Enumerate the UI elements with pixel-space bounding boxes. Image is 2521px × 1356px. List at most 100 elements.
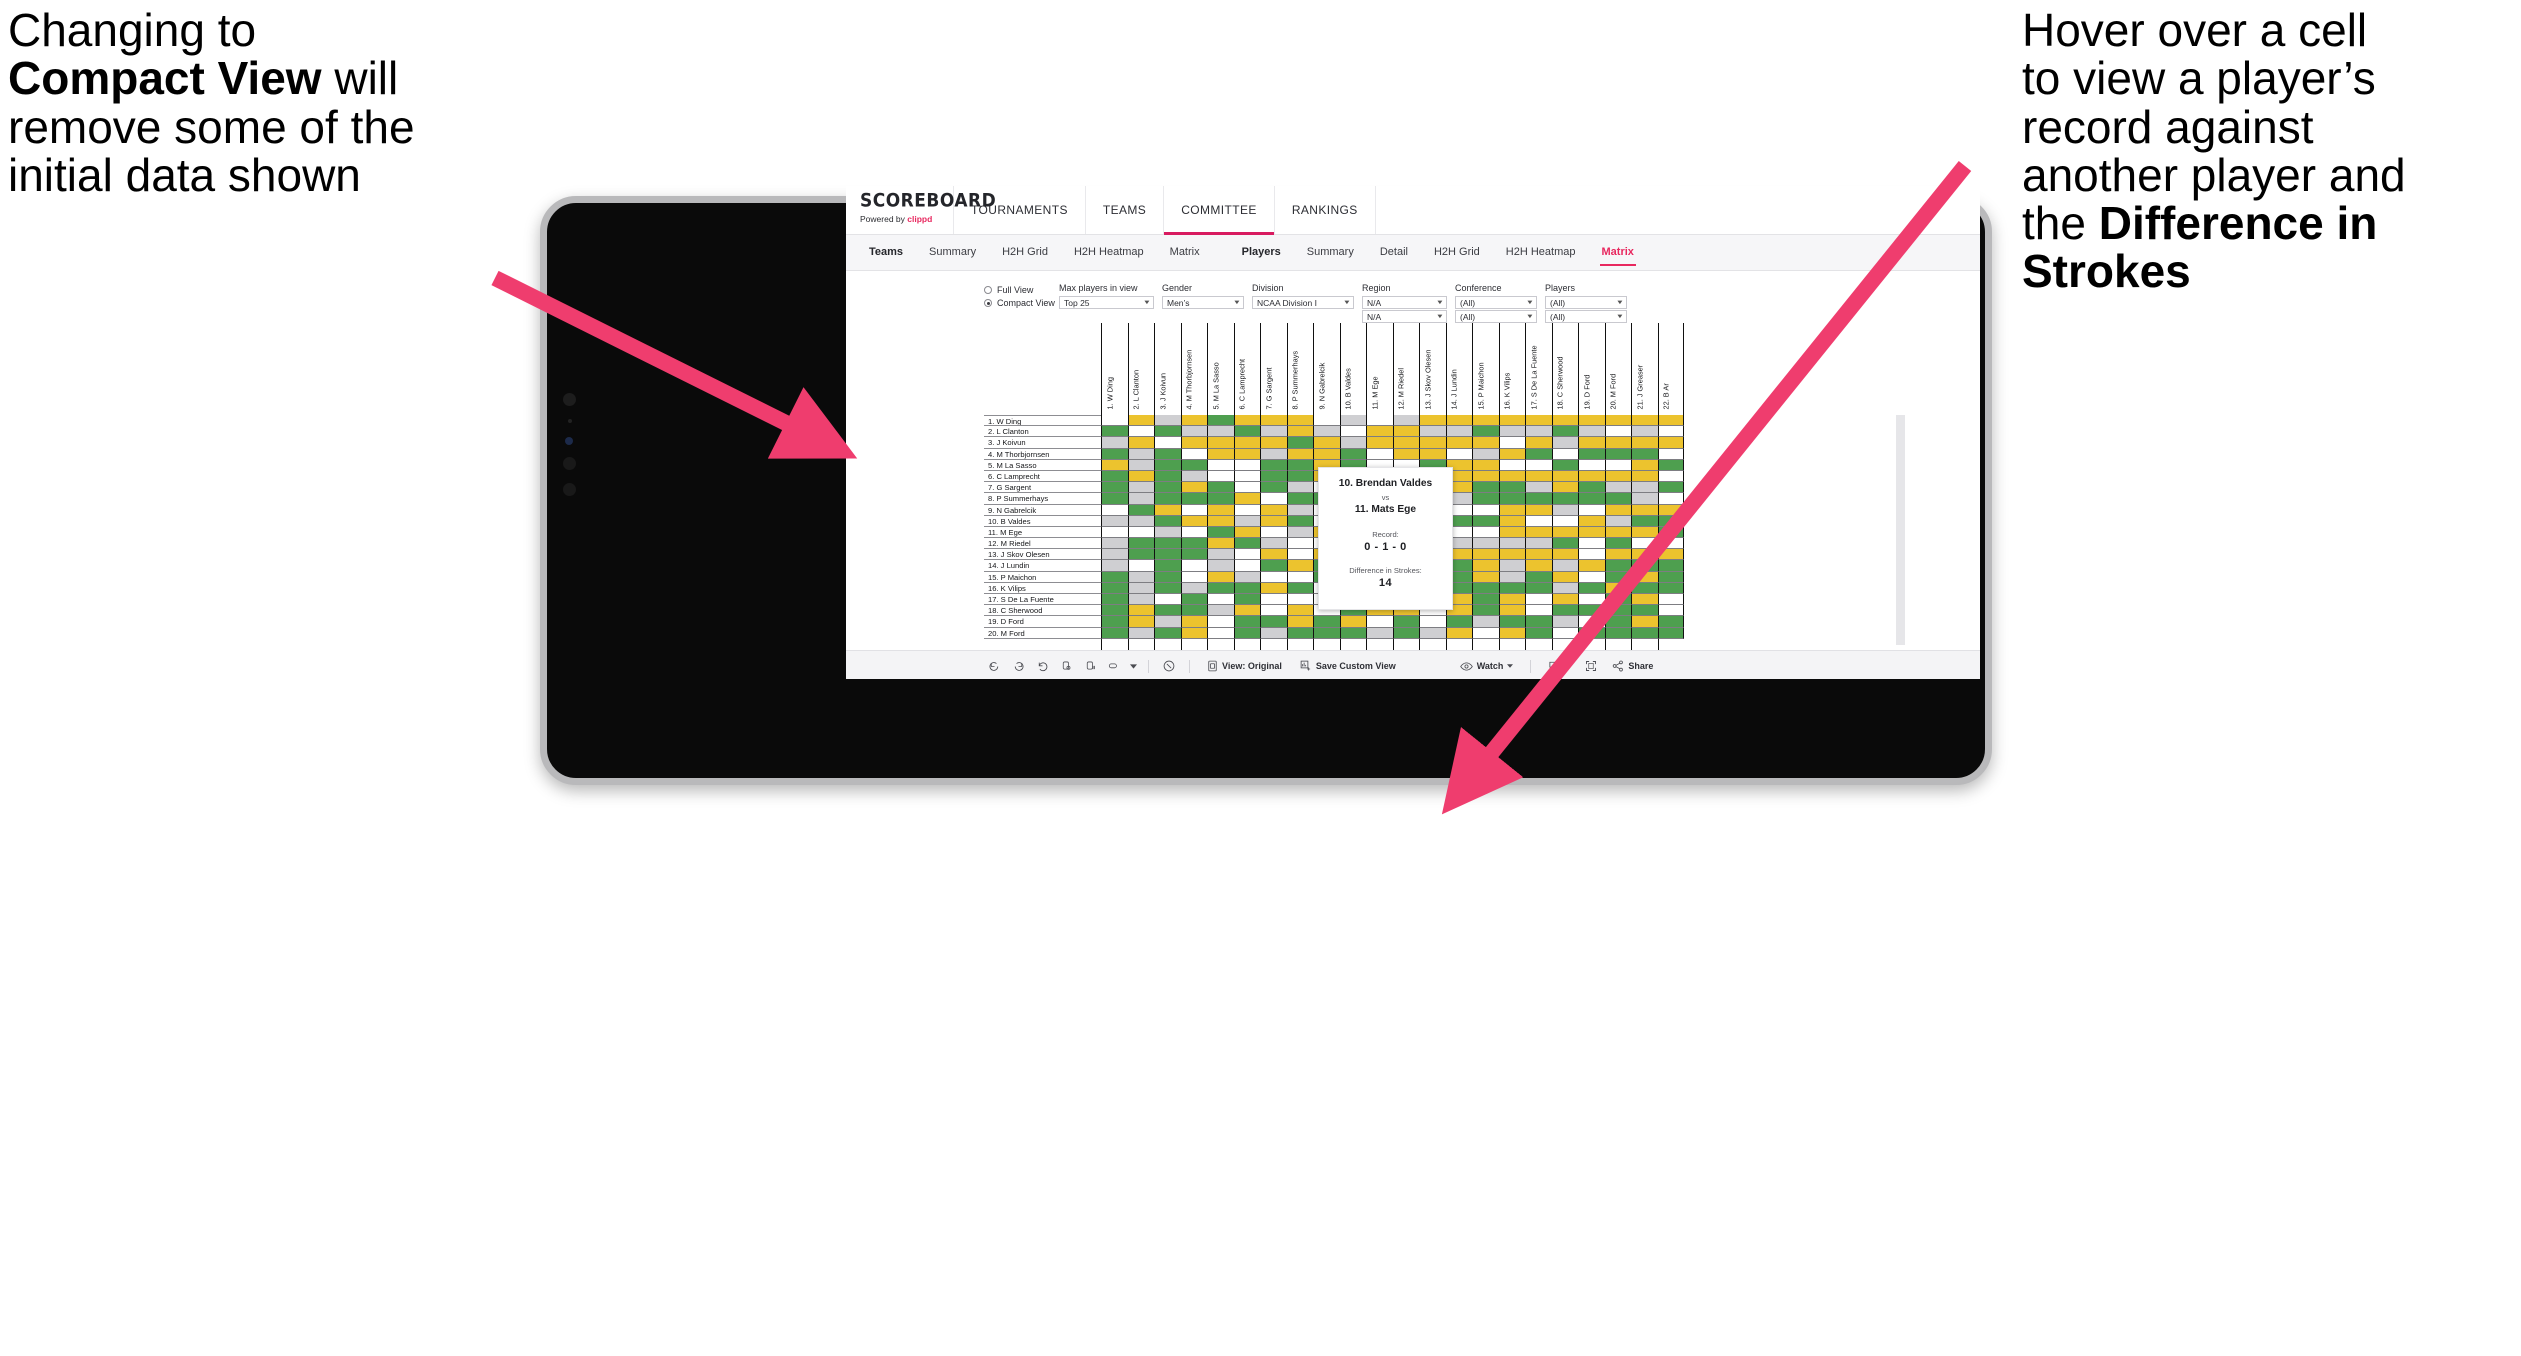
matrix-cell[interactable] bbox=[1154, 560, 1181, 572]
fullscreen-icon[interactable] bbox=[1579, 651, 1603, 680]
matrix-cell[interactable] bbox=[1472, 482, 1499, 494]
matrix-cell[interactable] bbox=[1286, 594, 1313, 606]
matrix-cell[interactable] bbox=[1339, 627, 1366, 639]
matrix-cell[interactable] bbox=[1631, 437, 1658, 449]
matrix-cell[interactable] bbox=[1525, 459, 1552, 471]
matrix-cell[interactable] bbox=[1233, 594, 1260, 606]
matrix-cell[interactable] bbox=[1525, 470, 1552, 483]
matrix-cell[interactable] bbox=[1260, 605, 1287, 617]
matrix-cell[interactable] bbox=[1525, 482, 1552, 494]
matrix-cell[interactable] bbox=[1392, 448, 1419, 460]
matrix-cell[interactable] bbox=[1154, 493, 1181, 505]
matrix-cell[interactable] bbox=[1286, 426, 1313, 438]
matrix-cell[interactable] bbox=[1525, 437, 1552, 449]
matrix-cell[interactable] bbox=[1578, 538, 1605, 550]
matrix-cell[interactable] bbox=[1101, 415, 1128, 427]
matrix-cell[interactable] bbox=[1233, 504, 1260, 516]
matrix-cell[interactable] bbox=[1578, 504, 1605, 516]
view-original-button[interactable]: View: Original bbox=[1198, 660, 1291, 672]
matrix-cell[interactable] bbox=[1525, 571, 1552, 583]
matrix-cell[interactable] bbox=[1525, 560, 1552, 572]
matrix-cell[interactable] bbox=[1551, 627, 1578, 639]
matrix-cell[interactable] bbox=[1260, 549, 1287, 561]
matrix-cell[interactable] bbox=[1180, 504, 1207, 516]
nav-tab-rankings[interactable]: RANKINGS bbox=[1275, 186, 1376, 234]
subtab-teams-h2h-grid[interactable]: H2H Grid bbox=[989, 235, 1061, 270]
matrix-cell[interactable] bbox=[1551, 549, 1578, 561]
matrix-cell[interactable] bbox=[1472, 426, 1499, 438]
matrix-cell[interactable] bbox=[1101, 459, 1128, 471]
matrix-cell[interactable] bbox=[1657, 526, 1684, 539]
filter-region-select-secondary[interactable]: N/A ▼ bbox=[1362, 310, 1447, 323]
matrix-cell[interactable] bbox=[1154, 437, 1181, 449]
matrix-cell[interactable] bbox=[1657, 493, 1684, 505]
matrix-cell[interactable] bbox=[1498, 582, 1525, 594]
matrix-cell[interactable] bbox=[1578, 415, 1605, 427]
matrix-cell[interactable] bbox=[1472, 470, 1499, 483]
share-button[interactable]: Share bbox=[1603, 660, 1662, 672]
matrix-cell[interactable] bbox=[1127, 493, 1154, 505]
matrix-cell[interactable] bbox=[1525, 582, 1552, 594]
matrix-cell[interactable] bbox=[1154, 482, 1181, 494]
matrix-cell[interactable] bbox=[1498, 437, 1525, 449]
matrix-cell[interactable] bbox=[1154, 526, 1181, 539]
matrix-cell[interactable] bbox=[1551, 582, 1578, 594]
matrix-cell[interactable] bbox=[1604, 594, 1631, 606]
matrix-cell[interactable] bbox=[1286, 470, 1313, 483]
matrix-cell[interactable] bbox=[1127, 470, 1154, 483]
matrix-cell[interactable] bbox=[1127, 605, 1154, 617]
matrix-cell[interactable] bbox=[1631, 605, 1658, 617]
matrix-cell[interactable] bbox=[1366, 627, 1393, 639]
matrix-cell[interactable] bbox=[1551, 594, 1578, 606]
subtab-players[interactable]: Players bbox=[1229, 235, 1294, 270]
matrix-cell[interactable] bbox=[1101, 582, 1128, 594]
matrix-cell[interactable] bbox=[1233, 448, 1260, 460]
matrix-cell[interactable] bbox=[1207, 426, 1234, 438]
matrix-cell[interactable] bbox=[1525, 538, 1552, 550]
matrix-cell[interactable] bbox=[1180, 470, 1207, 483]
matrix-cell[interactable] bbox=[1339, 426, 1366, 438]
matrix-cell[interactable] bbox=[1525, 426, 1552, 438]
matrix-cell[interactable] bbox=[1101, 426, 1128, 438]
matrix-cell[interactable] bbox=[1154, 426, 1181, 438]
matrix-cell[interactable] bbox=[1180, 549, 1207, 561]
matrix-cell[interactable] bbox=[1233, 515, 1260, 527]
subtab-teams-summary[interactable]: Summary bbox=[916, 235, 989, 270]
matrix-cell[interactable] bbox=[1604, 493, 1631, 505]
matrix-cell[interactable] bbox=[1472, 594, 1499, 606]
matrix-cell[interactable] bbox=[1525, 549, 1552, 561]
matrix-cell[interactable] bbox=[1127, 459, 1154, 471]
matrix-cell[interactable] bbox=[1180, 437, 1207, 449]
matrix-cell[interactable] bbox=[1392, 627, 1419, 639]
matrix-cell[interactable] bbox=[1207, 515, 1234, 527]
matrix-cell[interactable] bbox=[1101, 605, 1128, 617]
matrix-cell[interactable] bbox=[1180, 482, 1207, 494]
matrix-cell[interactable] bbox=[1233, 582, 1260, 594]
matrix-cell[interactable] bbox=[1260, 515, 1287, 527]
matrix-cell[interactable] bbox=[1657, 571, 1684, 583]
matrix-cell[interactable] bbox=[1127, 594, 1154, 606]
matrix-cell[interactable] bbox=[1313, 448, 1340, 460]
matrix-cell[interactable] bbox=[1286, 515, 1313, 527]
matrix-cell[interactable] bbox=[1657, 459, 1684, 471]
refresh-data-icon[interactable] bbox=[1054, 651, 1078, 680]
matrix-cell[interactable] bbox=[1498, 605, 1525, 617]
matrix-cell[interactable] bbox=[1260, 415, 1287, 427]
matrix-cell[interactable] bbox=[1101, 504, 1128, 516]
matrix-cell[interactable] bbox=[1551, 482, 1578, 494]
matrix-cell[interactable] bbox=[1445, 415, 1472, 427]
matrix-cell[interactable] bbox=[1207, 616, 1234, 628]
matrix-cell[interactable] bbox=[1631, 616, 1658, 628]
matrix-cell[interactable] bbox=[1101, 493, 1128, 505]
matrix-cell[interactable] bbox=[1286, 448, 1313, 460]
matrix-cell[interactable] bbox=[1313, 426, 1340, 438]
matrix-cell[interactable] bbox=[1445, 448, 1472, 460]
matrix-cell[interactable] bbox=[1366, 415, 1393, 427]
matrix-cell[interactable] bbox=[1419, 616, 1446, 628]
matrix-cell[interactable] bbox=[1578, 605, 1605, 617]
matrix-cell[interactable] bbox=[1578, 526, 1605, 539]
matrix-cell[interactable] bbox=[1657, 582, 1684, 594]
matrix-cell[interactable] bbox=[1154, 616, 1181, 628]
subtab-teams[interactable]: Teams bbox=[856, 235, 916, 270]
matrix-cell[interactable] bbox=[1631, 470, 1658, 483]
